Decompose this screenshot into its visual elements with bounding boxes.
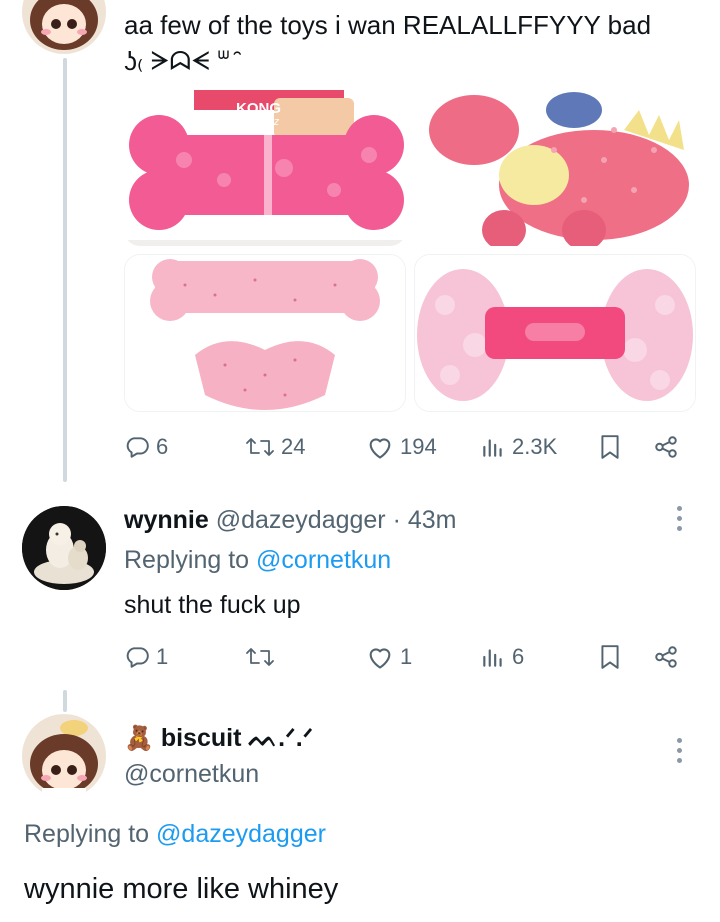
like-count: 194	[400, 434, 437, 459]
bookmark-button[interactable]	[598, 434, 622, 460]
views-button[interactable]: 6	[480, 644, 524, 670]
toy-image-pink-dragon[interactable]	[414, 90, 696, 246]
post-text: wynnie more like whiney	[24, 873, 339, 905]
toy-image-plush-bone[interactable]	[414, 254, 696, 412]
display-name[interactable]: wynnie	[124, 506, 209, 534]
reply-button[interactable]: 6	[124, 434, 168, 460]
post-text-emoticon: ʖ₍ ᗒᗣᗕ ᐜ ̑	[124, 46, 238, 76]
views-button[interactable]: 2.3K	[480, 434, 557, 460]
reply-count: 1	[156, 644, 169, 669]
retweet-button[interactable]	[245, 644, 281, 670]
reply-icon	[126, 437, 149, 458]
more-options-icon[interactable]	[677, 506, 682, 531]
thread-line-mid	[63, 690, 67, 712]
post-text: aa few of the toys i wan REALALLFFYYY ba…	[124, 10, 652, 40]
replying-to-link[interactable]: @dazeydagger	[156, 820, 326, 848]
replying-to: Replying to @dazeydagger	[24, 818, 326, 850]
like-button[interactable]: 194	[366, 434, 437, 460]
bookmark-button[interactable]	[598, 644, 622, 670]
reply-count: 6	[156, 434, 169, 459]
heart-icon	[369, 648, 391, 669]
toy-image-kong-bone[interactable]: KONG Squeez	[124, 90, 406, 246]
retweet-icon	[246, 648, 274, 666]
more-options-icon[interactable]	[677, 738, 682, 763]
like-count: 1	[400, 644, 413, 669]
display-name[interactable]: biscuit ᠌ᨓ.ᐟ.ᐟ	[161, 724, 313, 752]
views-count: 2.3K	[512, 434, 558, 459]
replying-to-link[interactable]: @cornetkun	[256, 546, 391, 574]
views-icon	[483, 649, 502, 667]
avatar[interactable]	[22, 0, 106, 54]
name-emoji: 🧸	[124, 725, 154, 752]
share-icon	[655, 436, 677, 458]
replying-prefix: Replying to	[124, 546, 250, 574]
thread-line-top	[63, 58, 67, 482]
handle[interactable]: @dazeydagger	[216, 506, 386, 534]
avatar[interactable]	[22, 714, 106, 798]
post-header: 🧸 biscuit ᠌ᨓ.ᐟ.ᐟ	[124, 722, 313, 755]
retweet-icon	[246, 438, 274, 456]
like-button[interactable]: 1	[366, 644, 412, 670]
post-header: wynnie @dazeydagger · 43m	[124, 504, 457, 536]
share-button[interactable]	[652, 644, 680, 670]
heart-icon	[369, 438, 391, 459]
kong-brand-label: KONG	[236, 100, 281, 117]
reply-icon	[126, 647, 149, 668]
bookmark-icon	[601, 645, 619, 669]
views-count: 6	[512, 644, 525, 669]
timestamp[interactable]: · 43m	[393, 506, 457, 534]
handle[interactable]: @cornetkun	[124, 758, 259, 790]
views-icon	[483, 439, 502, 457]
retweet-count: 24	[281, 434, 306, 459]
bookmark-icon	[601, 435, 619, 459]
share-icon	[655, 646, 677, 668]
post-text: shut the fuck up	[124, 591, 301, 619]
share-button[interactable]	[652, 434, 680, 460]
replying-prefix: Replying to	[24, 820, 150, 848]
reply-button[interactable]: 1	[124, 644, 168, 670]
retweet-button[interactable]: 24	[245, 434, 305, 460]
toy-image-glitter-bone[interactable]	[124, 254, 406, 412]
kong-sub-label: Squeez	[242, 116, 280, 128]
replying-to: Replying to @cornetkun	[124, 544, 391, 576]
avatar[interactable]	[22, 506, 106, 590]
